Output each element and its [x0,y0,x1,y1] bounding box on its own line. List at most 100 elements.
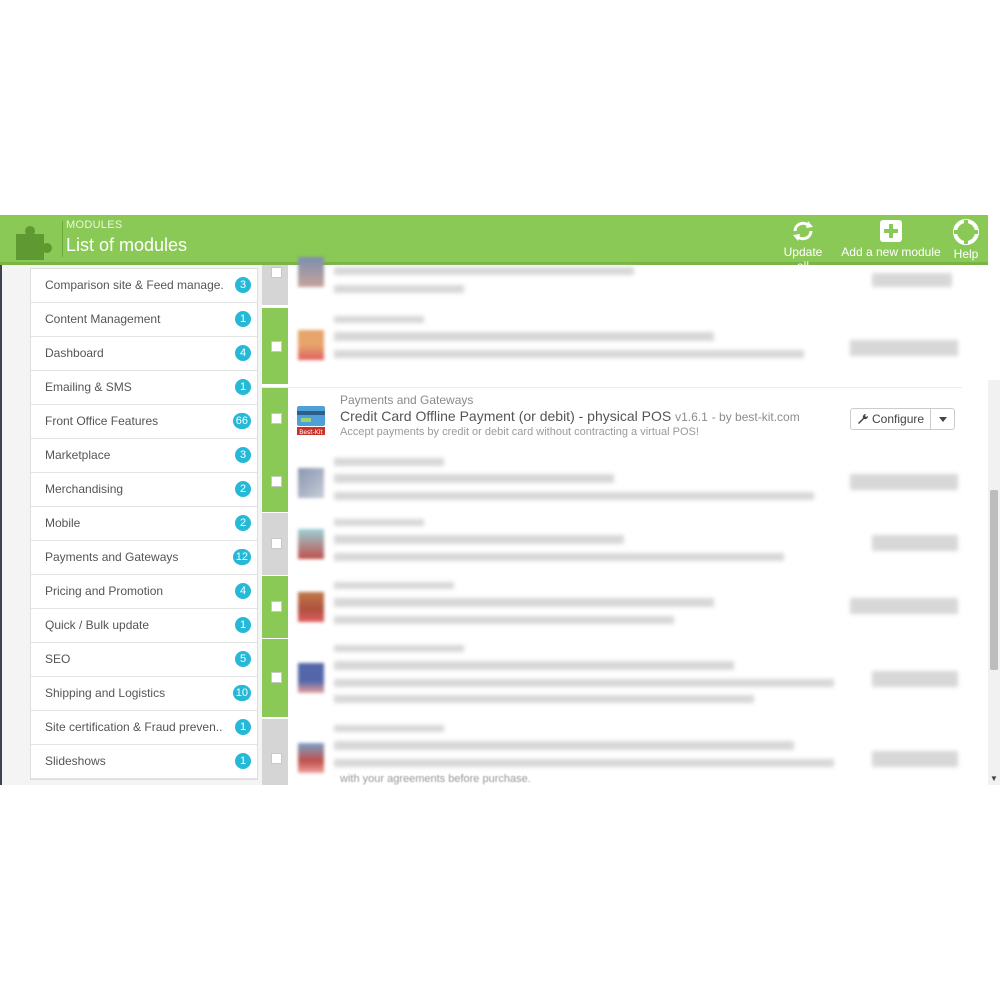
module-row [262,257,962,305]
category-item[interactable]: Emailing & SMS 1 [31,371,257,405]
module-text-blurred [334,741,794,750]
category-count-badge: 4 [235,583,251,599]
category-item[interactable]: Payments and Gateways 12 [31,541,257,575]
module-text-blurred [334,645,464,652]
category-count-badge: 3 [235,447,251,463]
refresh-icon [793,221,813,241]
category-item[interactable]: Front Office Features 66 [31,405,257,439]
module-checkbox[interactable] [271,267,282,278]
category-item[interactable]: Quick / Bulk update 1 [31,609,257,643]
category-label: Shipping and Logistics [45,686,166,700]
configure-dropdown-toggle[interactable] [931,408,956,430]
scrollbar-thumb[interactable] [990,490,998,670]
category-count-badge: 2 [235,481,251,497]
add-module-label: Add a new module [841,245,941,259]
module-row [262,576,962,638]
module-action-blurred [872,535,958,551]
category-item[interactable]: Comparison site & Feed manage... 3 [31,269,257,303]
module-row-featured: Best-Kit Payments and Gateways Credit Ca… [262,387,962,450]
module-row [262,639,962,717]
category-label: Emailing & SMS [45,380,132,394]
module-action-blurred [850,598,958,614]
module-text-blurred [334,332,714,341]
module-checkbox[interactable] [271,753,282,764]
module-text-blurred [334,582,454,589]
category-count-badge: 1 [235,379,251,395]
module-text-blurred [334,598,714,607]
category-label: Comparison site & Feed manage... [45,278,223,292]
category-item[interactable]: Merchandising 2 [31,473,257,507]
module-name: Credit Card Offline Payment (or debit) -… [340,408,672,424]
lifebuoy-icon [953,219,979,245]
module-thumbnail [298,330,324,360]
category-count-badge: 2 [235,515,251,531]
category-item[interactable]: Dashboard 4 [31,337,257,371]
category-count-badge: 5 [235,651,251,667]
module-thumbnail [298,743,324,773]
module-checkbox[interactable] [271,413,282,424]
module-description: Accept payments by credit or debit card … [340,426,699,438]
module-action-blurred [872,273,952,287]
category-count-badge: 10 [232,685,251,701]
module-action-blurred [872,751,958,767]
module-action-blurred [850,340,958,356]
module-text-blurred [334,350,804,358]
category-item[interactable]: Pricing and Promotion 4 [31,575,257,609]
module-author: - by best-kit.com [711,410,800,424]
category-label: Content Management [45,312,161,326]
configure-button[interactable]: Configure [850,408,932,430]
add-module-button[interactable]: Add a new module [840,219,942,259]
module-text-blurred [334,474,614,483]
category-count-badge: 1 [235,753,251,769]
category-label: SEO [45,652,71,666]
module-text-blurred [334,616,674,624]
category-label: Dashboard [45,346,104,360]
category-count-badge: 1 [235,617,251,633]
module-checkbox[interactable] [271,341,282,352]
configure-label: Configure [872,412,925,426]
module-checkbox[interactable] [271,672,282,683]
category-count-badge: 66 [232,413,251,429]
module-checkbox[interactable] [271,476,282,487]
module-text-blurred [334,695,754,703]
credit-card-icon: Best-Kit [297,406,325,436]
module-thumbnail [298,529,324,559]
module-row: with your agreements before purchase. [262,719,962,785]
category-item[interactable]: Content Management 1 [31,303,257,337]
module-thumbnail [298,663,324,693]
help-label: Help [953,247,979,261]
module-text-blurred [334,285,464,293]
scroll-down-arrow[interactable]: ▼ [990,774,998,783]
category-item[interactable]: Site certification & Fraud preven... 1 [31,711,257,745]
module-list: Best-Kit Payments and Gateways Credit Ca… [262,257,988,785]
module-text-blurred [334,458,444,466]
puzzle-icon [16,226,52,260]
help-button[interactable]: Help [950,219,982,261]
category-item[interactable]: Marketplace 3 [31,439,257,473]
module-checkbox[interactable] [271,601,282,612]
vertical-scrollbar[interactable]: ▼ [988,380,1000,785]
modules-window: MODULES List of modules Update all Add a… [0,215,1000,785]
plus-square-icon [880,220,902,242]
category-item[interactable]: SEO 5 [31,643,257,677]
category-item[interactable]: Shipping and Logistics 10 [31,677,257,711]
category-label: Payments and Gateways [45,550,179,564]
module-text-blurred [334,725,444,732]
category-item[interactable]: Mobile 2 [31,507,257,541]
module-action-blurred [850,474,958,490]
module-thumbnail [298,592,324,622]
category-item[interactable]: Slideshows 1 [31,745,257,779]
category-count-badge: 1 [235,311,251,327]
category-count-badge: 3 [235,277,251,293]
category-label: Site certification & Fraud preven... [45,720,223,734]
module-version: v1.6.1 [675,410,708,424]
module-description-partial: with your agreements before purchase. [340,773,531,785]
module-text-blurred [334,492,814,500]
module-status-strip [262,719,288,785]
module-checkbox[interactable] [271,538,282,549]
category-count-badge: 4 [235,345,251,361]
thumb-label: Best-Kit [299,429,323,436]
header-text: MODULES List of modules [66,219,187,256]
panel-edge [0,265,2,785]
page-header: MODULES List of modules Update all Add a… [0,215,988,273]
